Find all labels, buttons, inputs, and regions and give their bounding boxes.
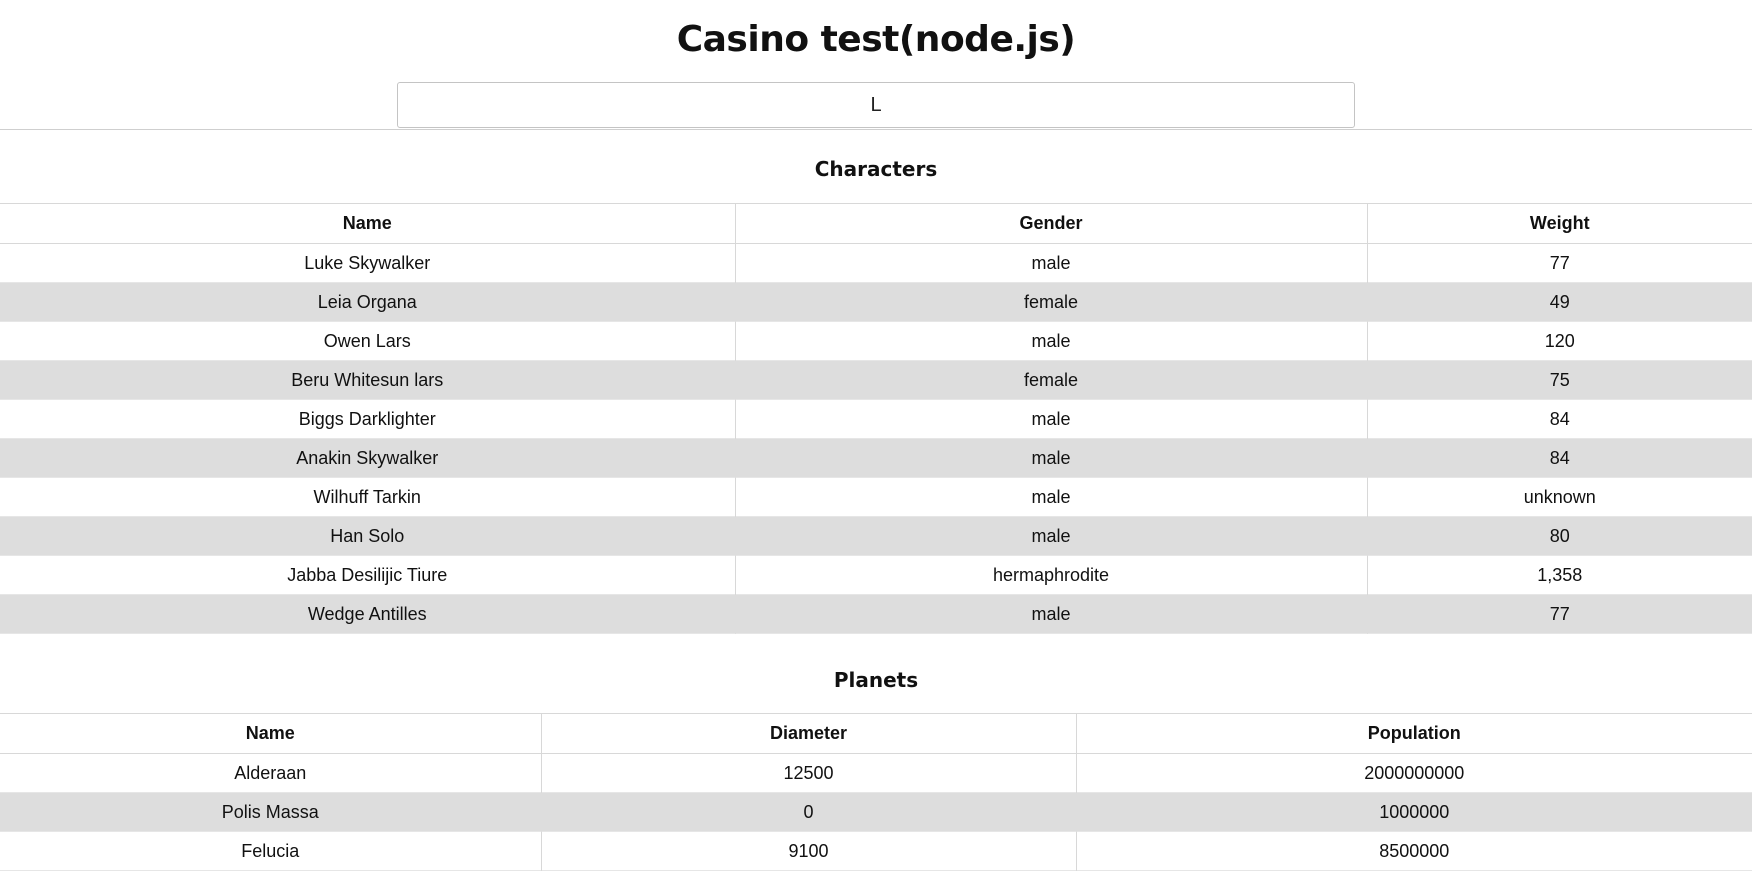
character-name-cell: Anakin Skywalker bbox=[0, 438, 735, 478]
character-row: Luke Skywalker male 77 bbox=[0, 243, 1752, 283]
planet-row: Polis Massa 0 1000000 bbox=[0, 792, 1752, 832]
character-row: Jabba Desilijic Tiure hermaphrodite 1,358 bbox=[0, 555, 1752, 595]
planets-title: Planets bbox=[833, 668, 919, 692]
character-weight-cell: 75 bbox=[1366, 360, 1752, 400]
character-row: Wedge Antilles male 77 bbox=[0, 594, 1752, 634]
character-name-cell: Han Solo bbox=[0, 516, 735, 556]
column-header-weight[interactable]: Weight bbox=[1366, 203, 1752, 244]
character-gender-cell: female bbox=[734, 282, 1367, 322]
characters-table-container: Name Gender Weight Luke Skywalker male 77 L… bbox=[0, 203, 1752, 634]
character-name-cell: Owen Lars bbox=[323, 330, 411, 351]
character-weight-cell: 84 bbox=[1366, 399, 1752, 439]
character-weight-cell: unknown bbox=[1366, 477, 1752, 517]
character-gender-cell: male bbox=[734, 399, 1367, 439]
character-weight-cell: 1,358 bbox=[1366, 555, 1752, 595]
planet-name-cell: Alderaan bbox=[234, 762, 307, 783]
planet-name-cell: Polis Massa bbox=[0, 792, 541, 832]
character-row: Biggs Darklighter male 84 bbox=[0, 399, 1752, 439]
column-header-gender[interactable]: Gender bbox=[734, 203, 1367, 244]
characters-table-body: Luke Skywalker male 77 Leia Organa female 49 O… bbox=[0, 243, 1752, 634]
column-header-name[interactable]: Name bbox=[0, 714, 541, 754]
planet-diameter-cell: 9100 bbox=[540, 831, 1076, 871]
character-gender-cell: female bbox=[734, 360, 1367, 400]
page: Casino test(node.js) Characters Name Gen… bbox=[0, 0, 1752, 875]
character-row: Han Solo male 80 bbox=[0, 516, 1752, 556]
planet-diameter-cell: 0 bbox=[540, 792, 1076, 832]
planets-table: Name Diameter Population Alderaan 12500 20… bbox=[0, 713, 1752, 871]
planet-population-cell: 1000000 bbox=[1075, 792, 1752, 832]
planet-name-cell: Felucia bbox=[241, 840, 300, 861]
character-name-cell: Leia Organa bbox=[0, 282, 735, 322]
character-name-cell: Jabba Desilijic Tiure bbox=[287, 564, 448, 585]
character-weight-cell: 120 bbox=[1366, 321, 1752, 361]
character-name-cell: Luke Skywalker bbox=[304, 252, 431, 273]
character-row: Anakin Skywalker male 84 bbox=[0, 438, 1752, 478]
planet-population-cell: 8500000 bbox=[1075, 831, 1752, 871]
planets-header-row: Name Diameter Population bbox=[0, 713, 1752, 754]
column-header-diameter[interactable]: Diameter bbox=[540, 713, 1076, 754]
character-row: Wilhuff Tarkin male unknown bbox=[0, 477, 1752, 517]
app-title: Casino test(node.js) bbox=[676, 19, 1076, 60]
character-name-cell: Beru Whitesun lars bbox=[0, 360, 735, 400]
character-weight-cell: 49 bbox=[1366, 282, 1752, 322]
header-divider bbox=[0, 129, 1752, 130]
character-row: Leia Organa female 49 bbox=[0, 282, 1752, 322]
planet-row: Alderaan 12500 2000000000 bbox=[0, 753, 1752, 793]
characters-header-row: Name Gender Weight bbox=[0, 203, 1752, 244]
planet-population-cell: 2000000000 bbox=[1075, 753, 1752, 793]
planet-row: Felucia 9100 8500000 bbox=[0, 831, 1752, 871]
character-gender-cell: male bbox=[734, 438, 1367, 478]
character-weight-cell: 77 bbox=[1366, 594, 1752, 634]
character-row: Beru Whitesun lars female 75 bbox=[0, 360, 1752, 400]
character-weight-cell: 80 bbox=[1366, 516, 1752, 556]
character-gender-cell: male bbox=[734, 243, 1367, 283]
column-header-population[interactable]: Population bbox=[1075, 713, 1752, 754]
character-row: Owen Lars male 120 bbox=[0, 321, 1752, 361]
character-gender-cell: male bbox=[734, 516, 1367, 556]
character-name-cell: Biggs Darklighter bbox=[298, 408, 436, 429]
characters-table: Name Gender Weight Luke Skywalker male 77 L… bbox=[0, 203, 1752, 634]
character-gender-cell: male bbox=[734, 594, 1367, 634]
character-gender-cell: hermaphrodite bbox=[734, 555, 1367, 595]
search-container bbox=[0, 82, 1752, 128]
planet-diameter-cell: 12500 bbox=[540, 753, 1076, 793]
character-gender-cell: male bbox=[734, 321, 1367, 361]
character-gender-cell: male bbox=[734, 477, 1367, 517]
character-weight-cell: 77 bbox=[1366, 243, 1752, 283]
planets-table-body: Alderaan 12500 2000000000 Polis Massa 0 10000… bbox=[0, 753, 1752, 871]
character-name-cell: Wedge Antilles bbox=[0, 594, 735, 634]
planets-table-container: Name Diameter Population Alderaan 12500 20… bbox=[0, 713, 1752, 871]
search-input[interactable] bbox=[397, 82, 1355, 128]
character-name-cell: Wilhuff Tarkin bbox=[313, 486, 421, 507]
column-header-name[interactable]: Name bbox=[0, 204, 735, 244]
character-weight-cell: 84 bbox=[1366, 438, 1752, 478]
characters-title: Characters bbox=[814, 157, 938, 181]
